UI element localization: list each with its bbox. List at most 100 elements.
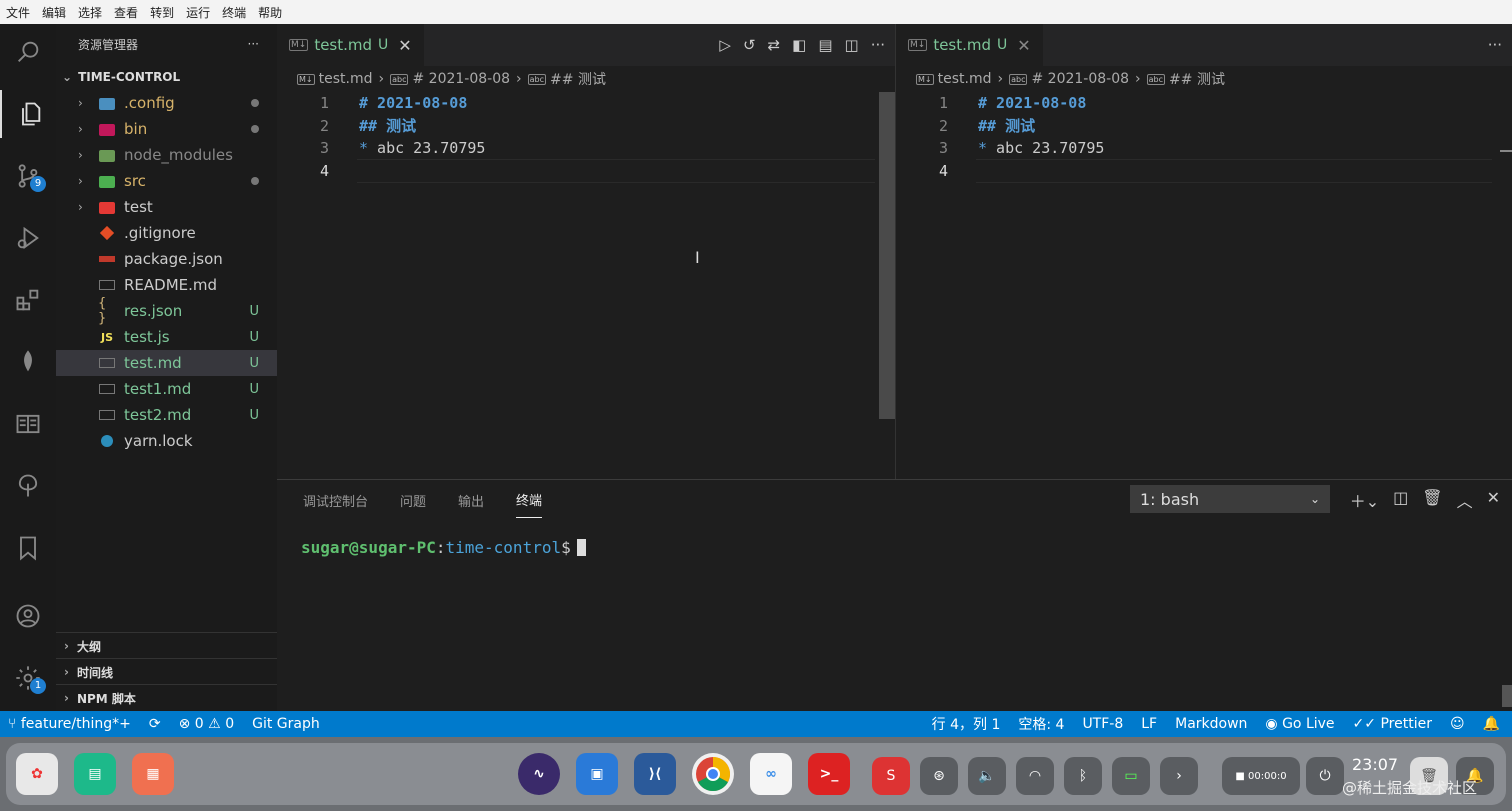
volume-mute-icon[interactable]: 🔈 — [968, 757, 1006, 795]
menu-edit[interactable]: 编辑 — [42, 4, 66, 21]
menu-view[interactable]: 查看 — [114, 4, 138, 21]
tree-item-bin[interactable]: › bin — [56, 116, 277, 142]
more-actions-icon[interactable]: ··· — [248, 37, 259, 51]
split-editor-icon[interactable]: ◫ — [845, 36, 859, 54]
folder-header[interactable]: ⌄ TIME-CONTROL — [56, 64, 277, 90]
close-icon[interactable]: ✕ — [1017, 36, 1030, 55]
cursor-position[interactable]: 行 4，列 1 — [932, 714, 1001, 734]
tree-item-yarn-lock[interactable]: yarn.lock — [56, 428, 277, 454]
terminal-prompt[interactable]: sugar@sugar-PC: time-control $ — [301, 538, 586, 557]
account-icon[interactable] — [0, 592, 56, 640]
input-method-icon[interactable]: S — [872, 757, 910, 795]
feedback-icon[interactable]: ☺ — [1450, 716, 1465, 732]
tray-app-icon[interactable]: ⊛ — [920, 757, 958, 795]
tree-item-package-json[interactable]: package.json — [56, 246, 277, 272]
add-terminal-icon[interactable]: ＋⌄ — [1350, 488, 1379, 512]
chrome-icon[interactable] — [692, 753, 734, 795]
terminal-app-icon[interactable]: >_ — [808, 753, 850, 795]
vscode-icon[interactable]: ⟩⟨ — [634, 753, 676, 795]
explorer-icon[interactable] — [0, 90, 58, 138]
bell-icon[interactable]: 🔔 — [1483, 716, 1500, 732]
launcher-icon[interactable]: ✿ — [16, 753, 58, 795]
encoding[interactable]: UTF-8 — [1082, 716, 1123, 732]
app-store-icon[interactable]: ▦ — [132, 753, 174, 795]
tree-item-node-modules[interactable]: › node_modules — [56, 142, 277, 168]
outline-section[interactable]: › 大纲 — [56, 632, 277, 659]
tree-item-res-json[interactable]: { } res.json U — [56, 296, 277, 326]
clock[interactable]: 23:07 — [1352, 755, 1398, 774]
close-icon[interactable]: ✕ — [398, 36, 411, 55]
menu-go[interactable]: 转到 — [150, 4, 174, 21]
tab-output[interactable]: 输出 — [458, 491, 484, 510]
trash-icon[interactable]: 🗑 — [1422, 488, 1442, 512]
search-icon[interactable] — [0, 28, 56, 76]
tree-item-config[interactable]: › .config — [56, 90, 277, 116]
cpu-monitor-icon[interactable]: ∿ — [518, 753, 560, 795]
breadcrumb-file[interactable]: test.md — [938, 71, 992, 87]
npm-scripts-section[interactable]: › NPM 脚本 — [56, 684, 277, 711]
line-ending[interactable]: LF — [1141, 716, 1157, 732]
run-icon[interactable]: ▷ — [719, 36, 731, 54]
timeline-section[interactable]: › 时间线 — [56, 658, 277, 685]
tree-item-src[interactable]: › src — [56, 168, 277, 194]
git-graph-button[interactable]: Git Graph — [252, 716, 320, 732]
menu-selection[interactable]: 选择 — [78, 4, 102, 21]
editor-scrollbar[interactable] — [879, 92, 895, 419]
battery-icon[interactable]: ▭ — [1112, 757, 1150, 795]
mongodb-leaf-icon[interactable] — [0, 338, 56, 386]
history-icon[interactable]: ↺ — [743, 36, 756, 54]
close-icon[interactable]: ✕ — [1487, 488, 1500, 512]
run-debug-icon[interactable] — [0, 214, 56, 262]
language-mode[interactable]: Markdown — [1175, 716, 1247, 732]
breadcrumb-heading2[interactable]: ## 测试 — [1169, 69, 1225, 89]
wifi-icon[interactable]: ◠ — [1016, 757, 1054, 795]
go-live-button[interactable]: ◉ Go Live — [1265, 716, 1334, 732]
open-preview-icon[interactable]: ◧ — [792, 36, 806, 54]
menu-file[interactable]: 文件 — [6, 4, 30, 21]
tree-item-test1-md[interactable]: test1.md U — [56, 376, 277, 402]
tree-item-test[interactable]: › test — [56, 194, 277, 220]
file-manager-icon[interactable]: ▣ — [576, 753, 618, 795]
menu-run[interactable]: 运行 — [186, 4, 210, 21]
tree-item-readme[interactable]: README.md — [56, 272, 277, 298]
breadcrumb-file[interactable]: test.md — [319, 71, 373, 87]
compare-changes-icon[interactable]: ⇄ — [768, 36, 781, 54]
terminal-scrollbar[interactable] — [1502, 685, 1512, 707]
tree-item-test2-md[interactable]: test2.md U — [56, 402, 277, 428]
bookmark-icon[interactable] — [0, 524, 56, 572]
more-actions-icon[interactable]: ··· — [871, 36, 885, 54]
tree-item-test-md[interactable]: test.md U — [56, 350, 277, 376]
tree-item-gitignore[interactable]: .gitignore — [56, 220, 277, 246]
tab-test-md[interactable]: M↓ test.md U ✕ — [896, 24, 1043, 66]
breadcrumb-heading1[interactable]: # 2021-08-08 — [1031, 71, 1129, 87]
tab-problems[interactable]: 问题 — [400, 491, 426, 510]
code-area[interactable]: 1 # 2021-08-08 2 ## 测试 3 * abc 23.70795 4 — [277, 92, 895, 183]
breadcrumb-heading2[interactable]: ## 测试 — [550, 69, 606, 89]
baidu-netdisk-icon[interactable]: ∞ — [750, 753, 792, 795]
sync-icon[interactable]: ⟳ — [149, 716, 161, 732]
multitask-icon[interactable]: ▤ — [74, 753, 116, 795]
bluetooth-icon[interactable]: ᛒ — [1064, 757, 1102, 795]
tab-debug-console[interactable]: 调试控制台 — [303, 491, 368, 510]
power-icon[interactable]: ⏻ — [1306, 757, 1344, 795]
branch-item[interactable]: ⑂ feature/thing*+ — [8, 716, 131, 732]
menu-help[interactable]: 帮助 — [258, 4, 282, 21]
indentation[interactable]: 空格: 4 — [1018, 714, 1064, 734]
preview-side-icon[interactable]: ▤ — [818, 36, 832, 54]
extensions-icon[interactable] — [0, 276, 56, 324]
code-area[interactable]: 1 # 2021-08-08 2 ## 测试 3 * abc 23.70795 4 — [896, 92, 1512, 183]
more-actions-icon[interactable]: ··· — [1488, 36, 1502, 54]
screen-recorder-item[interactable]: ■ 00:00:0 — [1222, 757, 1300, 795]
menu-terminal[interactable]: 终端 — [222, 4, 246, 21]
tab-test-md[interactable]: M↓ test.md U ✕ — [277, 24, 424, 66]
breadcrumb-heading1[interactable]: # 2021-08-08 — [412, 71, 510, 87]
source-control-icon[interactable]: 9 — [0, 152, 56, 200]
book-icon[interactable] — [0, 400, 56, 448]
settings-gear-icon[interactable]: 1 — [0, 654, 56, 702]
tree-item-test-js[interactable]: JS test.js U — [56, 324, 277, 350]
tree-icon[interactable] — [0, 462, 56, 510]
terminal-select[interactable]: 1: bash ⌄ — [1130, 485, 1330, 513]
problems-item[interactable]: ⊗ 0 ⚠ 0 — [179, 716, 235, 732]
expand-tray-icon[interactable]: › — [1160, 757, 1198, 795]
prettier-button[interactable]: ✓✓ Prettier — [1353, 716, 1432, 732]
